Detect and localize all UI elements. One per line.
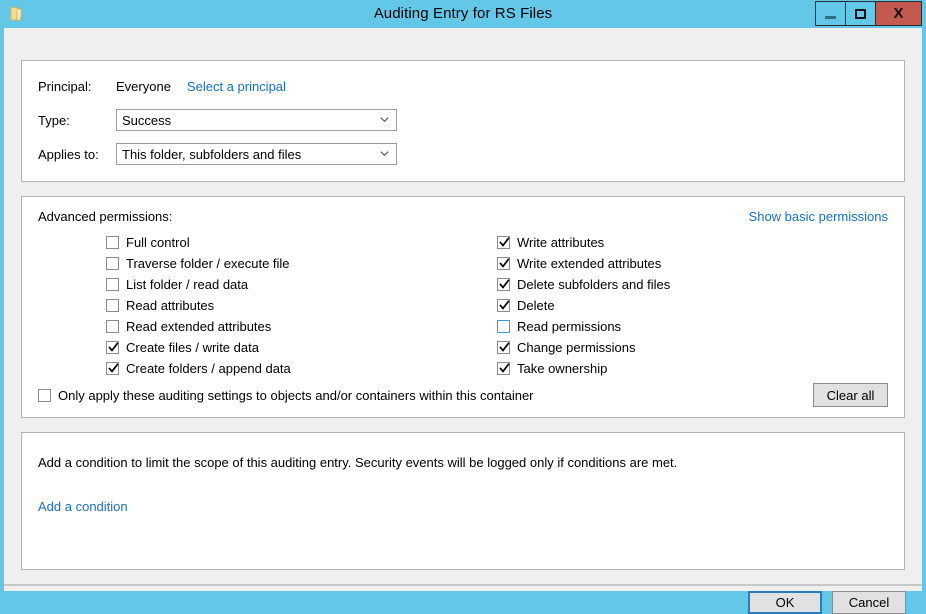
permission-checkbox-row[interactable]: Delete <box>497 295 866 316</box>
permission-checkbox[interactable] <box>497 362 510 375</box>
add-condition-link[interactable]: Add a condition <box>38 499 128 514</box>
permissions-column-right: Write attributes Write extended attribute… <box>486 232 866 379</box>
check-icon <box>499 362 510 375</box>
conditions-description: Add a condition to limit the scope of th… <box>38 455 678 470</box>
clear-all-button[interactable]: Clear all <box>813 383 888 407</box>
check-icon <box>108 362 119 375</box>
permission-checkbox[interactable] <box>106 320 119 333</box>
only-apply-label: Only apply these auditing settings to ob… <box>58 387 534 403</box>
check-icon <box>499 236 510 249</box>
type-label: Type: <box>38 112 70 128</box>
type-row: Type: Success <box>38 109 888 131</box>
permission-label: Read attributes <box>126 298 215 313</box>
permission-label: Write attributes <box>517 235 605 250</box>
chevron-down-icon <box>380 117 389 123</box>
permission-label: Read permissions <box>517 319 622 334</box>
dialog-body: Principal: Everyone Select a principal T… <box>4 28 922 614</box>
permission-checkbox[interactable] <box>497 341 510 354</box>
permissions-column-left: Full control Traverse folder / execute fi… <box>106 232 486 379</box>
permission-checkbox[interactable] <box>106 257 119 270</box>
chevron-down-icon <box>380 151 389 157</box>
permission-checkbox-row[interactable]: Delete subfolders and files <box>497 274 866 295</box>
auditing-entry-dialog: Auditing Entry for RS Files X Principal:… <box>0 0 926 614</box>
permission-label: Full control <box>126 235 190 250</box>
type-dropdown[interactable]: Success <box>116 109 397 131</box>
check-icon <box>499 341 510 354</box>
footer-separator <box>4 584 922 586</box>
permission-checkbox-row[interactable]: Change permissions <box>497 337 866 358</box>
permission-label: Write extended attributes <box>517 256 662 271</box>
window-title: Auditing Entry for RS Files <box>373 5 553 22</box>
permission-label: Create folders / append data <box>126 361 291 376</box>
applies-to-dropdown[interactable]: This folder, subfolders and files <box>116 143 397 165</box>
select-principal-link[interactable]: Select a principal <box>187 79 286 94</box>
permission-checkbox-row[interactable]: Read attributes <box>106 295 486 316</box>
cancel-button[interactable]: Cancel <box>832 591 906 614</box>
permission-checkbox[interactable] <box>106 236 119 249</box>
check-icon <box>499 299 510 312</box>
ok-button[interactable]: OK <box>748 591 822 614</box>
permission-checkbox[interactable] <box>106 362 119 375</box>
applies-to-label: Applies to: <box>38 146 99 162</box>
permission-label: List folder / read data <box>126 277 249 292</box>
permission-checkbox-row[interactable]: List folder / read data <box>106 274 486 295</box>
permission-checkbox-row[interactable]: Take ownership <box>497 358 866 379</box>
permission-label: Delete <box>517 298 555 313</box>
permissions-header: Advanced permissions: Show basic permiss… <box>38 209 888 224</box>
applies-to-row: Applies to: This folder, subfolders and … <box>38 143 888 165</box>
applies-to-value: This folder, subfolders and files <box>122 146 302 162</box>
permission-checkbox[interactable] <box>497 236 510 249</box>
close-button[interactable]: X <box>875 1 922 26</box>
permission-checkbox[interactable] <box>497 257 510 270</box>
dialog-footer: OK Cancel <box>748 591 906 614</box>
principal-panel: Principal: Everyone Select a principal T… <box>21 60 905 182</box>
minimize-button[interactable] <box>815 1 846 26</box>
maximize-button[interactable] <box>845 1 876 26</box>
permission-checkbox-row[interactable]: Write attributes <box>497 232 866 253</box>
conditions-panel: Add a condition to limit the scope of th… <box>21 432 905 570</box>
permission-checkbox[interactable] <box>106 278 119 291</box>
permission-label: Take ownership <box>517 361 608 376</box>
permission-checkbox-row[interactable]: Traverse folder / execute file <box>106 253 486 274</box>
permissions-footer: Only apply these auditing settings to ob… <box>38 383 888 407</box>
permission-checkbox-row[interactable]: Read extended attributes <box>106 316 486 337</box>
check-icon <box>499 278 510 291</box>
permission-checkbox[interactable] <box>106 341 119 354</box>
permission-label: Change permissions <box>517 340 636 355</box>
permission-checkbox[interactable] <box>497 299 510 312</box>
only-apply-checkbox-row[interactable]: Only apply these auditing settings to ob… <box>38 385 534 406</box>
check-icon <box>499 257 510 270</box>
permission-checkbox-row[interactable]: Read permissions <box>497 316 866 337</box>
permission-label: Delete subfolders and files <box>517 277 671 292</box>
window-controls: X <box>815 1 922 26</box>
permissions-title: Advanced permissions: <box>38 209 173 224</box>
check-icon <box>108 341 119 354</box>
title-bar: Auditing Entry for RS Files X <box>0 0 926 28</box>
permission-checkbox[interactable] <box>497 320 510 333</box>
permission-label: Create files / write data <box>126 340 259 355</box>
permission-label: Read extended attributes <box>126 319 272 334</box>
permission-checkbox-row[interactable]: Create folders / append data <box>106 358 486 379</box>
permission-checkbox[interactable] <box>497 278 510 291</box>
permissions-panel: Advanced permissions: Show basic permiss… <box>21 196 905 418</box>
type-value: Success <box>122 112 172 128</box>
permission-checkbox[interactable] <box>106 299 119 312</box>
show-basic-permissions-link[interactable]: Show basic permissions <box>749 209 888 224</box>
principal-value: Everyone <box>116 78 171 94</box>
permission-checkbox-row[interactable]: Create files / write data <box>106 337 486 358</box>
permission-label: Traverse folder / execute file <box>126 256 290 271</box>
principal-label: Principal: <box>38 78 92 94</box>
only-apply-checkbox[interactable] <box>38 388 51 402</box>
permissions-columns: Full control Traverse folder / execute fi… <box>38 232 888 379</box>
permission-checkbox-row[interactable]: Write extended attributes <box>497 253 866 274</box>
principal-row: Principal: Everyone Select a principal <box>38 75 888 97</box>
permission-checkbox-row[interactable]: Full control <box>106 232 486 253</box>
